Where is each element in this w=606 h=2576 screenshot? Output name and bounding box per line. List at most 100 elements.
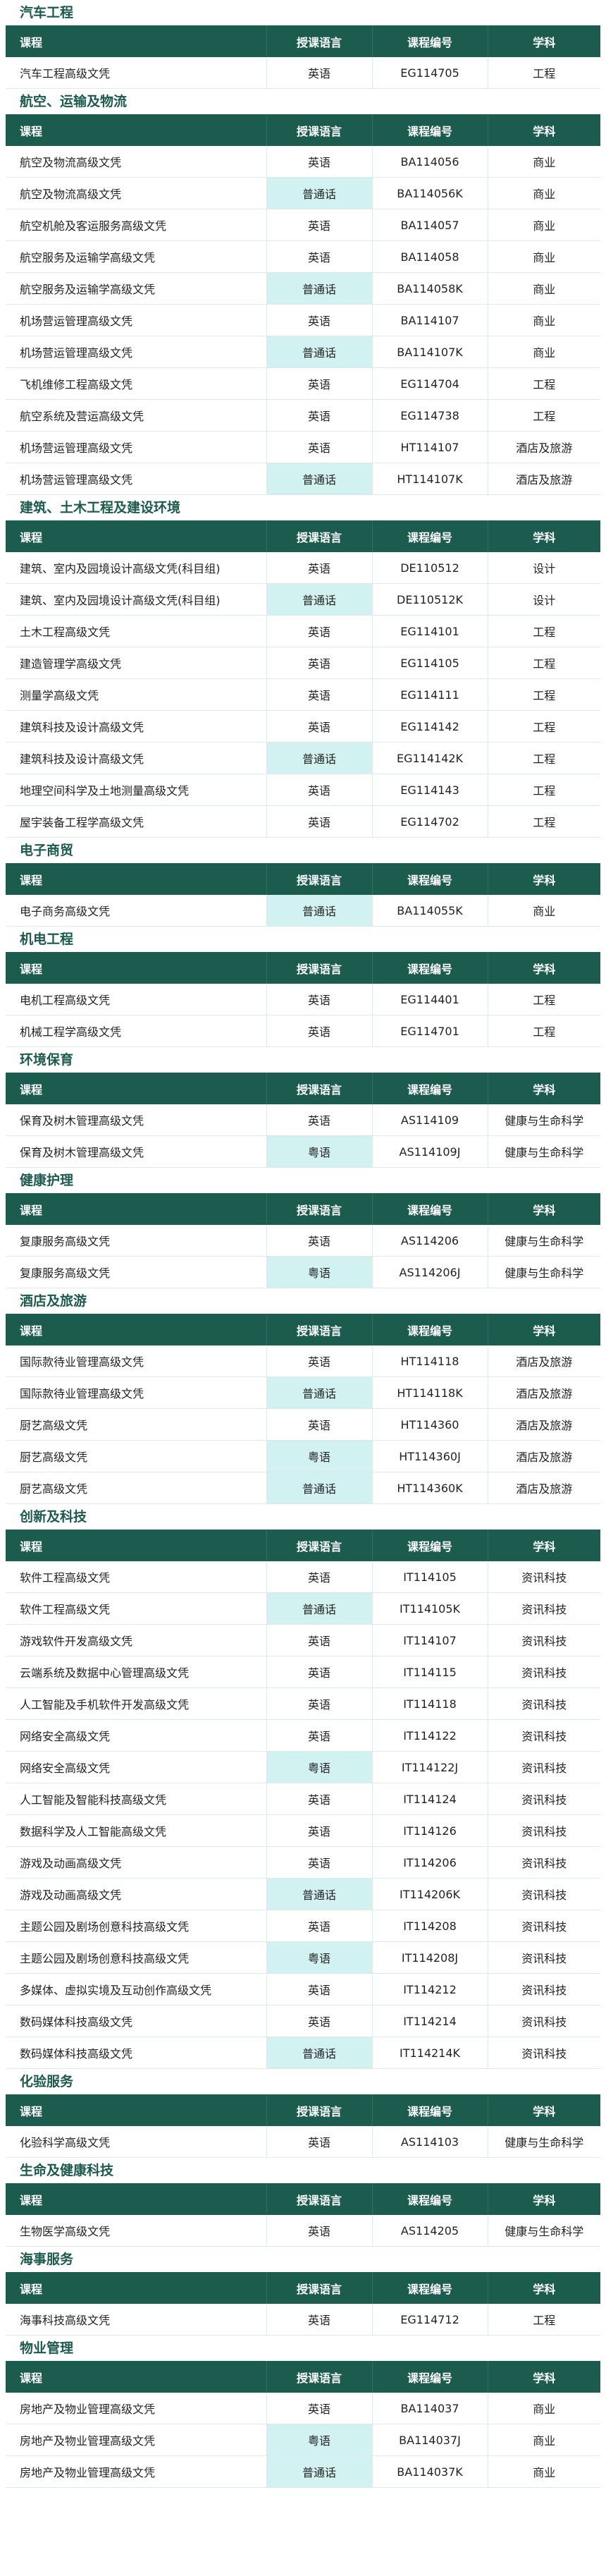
discipline: 资讯科技 xyxy=(488,2005,600,2037)
course-name: 屋宇装备工程学高级文凭 xyxy=(6,805,267,838)
teaching-language: 普通话 xyxy=(266,1878,373,1910)
header-language: 授课语言 xyxy=(266,2183,373,2215)
table-row: 游戏软件开发高级文凭 英语 IT114107 资讯科技 xyxy=(6,1624,600,1656)
table-row: 生物医学高级文凭 英语 AS114205 健康与生命科学 xyxy=(6,2215,600,2247)
table-row: 建筑科技及设计高级文凭 普通话 EG114142K 工程 xyxy=(6,742,600,774)
teaching-language: 普通话 xyxy=(266,895,373,927)
teaching-language: 英语 xyxy=(266,2215,373,2247)
course-code: BA114057 xyxy=(372,209,488,241)
table-row: 复康服务高级文凭 粤语 AS114206J 健康与生命科学 xyxy=(6,1256,600,1288)
course-name: 软件工程高级文凭 xyxy=(6,1592,267,1625)
teaching-language: 英语 xyxy=(266,2304,373,2336)
discipline: 健康与生命科学 xyxy=(488,2215,600,2247)
table-row: 飞机维修工程高级文凭 英语 EG114704 工程 xyxy=(6,367,600,400)
discipline: 健康与生命科学 xyxy=(488,1104,600,1136)
course-name: 主题公园及剧场创意科技高级文凭 xyxy=(6,1941,267,1974)
header-language: 授课语言 xyxy=(266,1193,373,1225)
table-row: 海事科技高级文凭 英语 EG114712 工程 xyxy=(6,2304,600,2336)
course-name: 机场营运管理高级文凭 xyxy=(6,431,267,463)
table-row: 汽车工程高级文凭 英语 EG114705 工程 xyxy=(6,57,600,89)
course-table: 课程 授课语言 课程编号 学科 化验科学高级文凭 英语 AS114103 健康与生命科学 xyxy=(6,2094,600,2158)
course-code: EG114101 xyxy=(372,615,488,647)
course-table: 课程 授课语言 课程编号 学科 电子商务高级文凭 普通话 BA114055K 商业 xyxy=(6,863,600,927)
table-row: 建筑科技及设计高级文凭 英语 EG114142 工程 xyxy=(6,710,600,743)
table-row: 软件工程高级文凭 英语 IT114105 资讯科技 xyxy=(6,1561,600,1593)
header-code: 课程编号 xyxy=(372,952,488,984)
header-code: 课程编号 xyxy=(372,2272,488,2304)
course-code: IT114124 xyxy=(372,1783,488,1815)
discipline: 健康与生命科学 xyxy=(488,1225,600,1257)
course-name: 生物医学高级文凭 xyxy=(6,2215,267,2247)
course-table: 课程 授课语言 课程编号 学科 生物医学高级文凭 英语 AS114205 健康与生命科学 xyxy=(6,2183,600,2247)
course-name: 建筑科技及设计高级文凭 xyxy=(6,710,267,743)
teaching-language: 英语 xyxy=(266,399,373,432)
course-name: 房地产及物业管理高级文凭 xyxy=(6,2424,267,2456)
course-code: IT114126 xyxy=(372,1814,488,1847)
discipline: 工程 xyxy=(488,710,600,743)
course-code: EG114111 xyxy=(372,678,488,711)
teaching-language: 普通话 xyxy=(266,583,373,616)
discipline: 酒店及旅游 xyxy=(488,1472,600,1504)
table-row: 房地产及物业管理高级文凭 英语 BA114037 商业 xyxy=(6,2393,600,2424)
teaching-language: 英语 xyxy=(266,1015,373,1047)
table-header-row: 课程 授课语言 课程编号 学科 xyxy=(6,1530,600,1561)
discipline: 工程 xyxy=(488,678,600,711)
discipline: 设计 xyxy=(488,583,600,616)
course-code: AS114109J xyxy=(372,1135,488,1168)
discipline: 商业 xyxy=(488,209,600,241)
course-name: 机械工程学高级文凭 xyxy=(6,1015,267,1047)
discipline: 酒店及旅游 xyxy=(488,463,600,495)
table-row: 国际款待业管理高级文凭 普通话 HT114118K 酒店及旅游 xyxy=(6,1376,600,1409)
course-name: 人工智能及手机软件开发高级文凭 xyxy=(6,1687,267,1720)
teaching-language: 英语 xyxy=(266,1104,373,1136)
discipline: 商业 xyxy=(488,272,600,305)
course-table: 课程 授课语言 课程编号 学科 复康服务高级文凭 英语 AS114206 健康与生命科学 复康服… xyxy=(6,1193,600,1288)
course-name: 航空服务及运输学高级文凭 xyxy=(6,240,267,273)
discipline: 商业 xyxy=(488,240,600,273)
course-code: EG114702 xyxy=(372,805,488,838)
header-discipline: 学科 xyxy=(488,114,600,146)
header-discipline: 学科 xyxy=(488,2094,600,2126)
course-code: HT114107K xyxy=(372,463,488,495)
table-row: 多媒体、虚拟实境及互动创作高级文凭 英语 IT114212 资讯科技 xyxy=(6,1973,600,2006)
table-row: 航空系统及营运高级文凭 英语 EG114738 工程 xyxy=(6,399,600,432)
teaching-language: 英语 xyxy=(266,805,373,838)
course-code: EG114401 xyxy=(372,984,488,1015)
section-title: 海事服务 xyxy=(20,2252,74,2267)
table-row: 化验科学高级文凭 英语 AS114103 健康与生命科学 xyxy=(6,2126,600,2158)
header-discipline: 学科 xyxy=(488,1530,600,1561)
table-row: 机场营运管理高级文凭 普通话 HT114107K 酒店及旅游 xyxy=(6,463,600,495)
header-language: 授课语言 xyxy=(266,2361,373,2393)
discipline: 酒店及旅游 xyxy=(488,1376,600,1409)
table-row: 机场营运管理高级文凭 普通话 BA114107K 商业 xyxy=(6,336,600,368)
discipline: 酒店及旅游 xyxy=(488,1440,600,1472)
course-code: HT114360J xyxy=(372,1440,488,1472)
discipline: 商业 xyxy=(488,304,600,336)
course-name: 房地产及物业管理高级文凭 xyxy=(6,2393,267,2424)
table-row: 航空服务及运输学高级文凭 英语 BA114058 商业 xyxy=(6,240,600,273)
table-row: 测量学高级文凭 英语 EG114111 工程 xyxy=(6,678,600,711)
table-row: 数码媒体科技高级文凭 普通话 IT114214K 资讯科技 xyxy=(6,2037,600,2069)
header-course: 课程 xyxy=(6,2183,267,2215)
course-name: 建筑、室内及园境设计高级文凭(科目组) xyxy=(6,552,267,584)
course-code: HT114360 xyxy=(372,1408,488,1441)
course-code: IT114214 xyxy=(372,2005,488,2037)
teaching-language: 英语 xyxy=(266,367,373,400)
discipline: 资讯科技 xyxy=(488,1656,600,1688)
teaching-language: 英语 xyxy=(266,209,373,241)
teaching-language: 普通话 xyxy=(266,1472,373,1504)
header-language: 授课语言 xyxy=(266,863,373,895)
table-row: 游戏及动画高级文凭 英语 IT114206 资讯科技 xyxy=(6,1846,600,1879)
header-code: 课程编号 xyxy=(372,2094,488,2126)
table-header-row: 课程 授课语言 课程编号 学科 xyxy=(6,1314,600,1345)
course-name: 复康服务高级文凭 xyxy=(6,1256,267,1288)
course-name: 化验科学高级文凭 xyxy=(6,2126,267,2158)
header-code: 课程编号 xyxy=(372,1530,488,1561)
course-code: AS114109 xyxy=(372,1104,488,1136)
header-language: 授课语言 xyxy=(266,520,373,552)
table-row: 网络安全高级文凭 英语 IT114122 资讯科技 xyxy=(6,1719,600,1752)
header-course: 课程 xyxy=(6,863,267,895)
discipline: 酒店及旅游 xyxy=(488,431,600,463)
table-header-row: 课程 授课语言 课程编号 学科 xyxy=(6,2361,600,2393)
section-title: 酒店及旅游 xyxy=(20,1293,87,1309)
